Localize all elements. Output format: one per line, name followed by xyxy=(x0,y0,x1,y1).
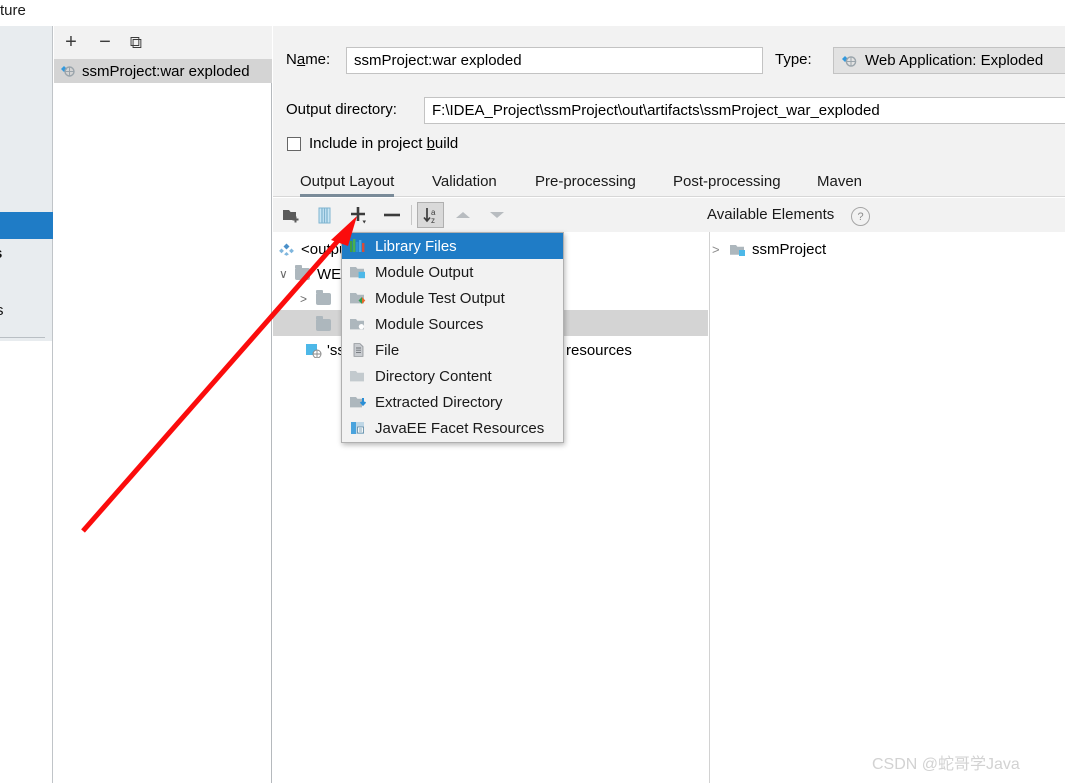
menu-item-module-output[interactable]: Module Output xyxy=(342,259,563,285)
type-value: Web Application: Exploded xyxy=(865,52,1044,69)
screenshot-root: ture s s + − ⧉ ssmProject:war exploded N… xyxy=(0,0,1065,783)
menu-item-javaee-facet-resources[interactable]: JavaEE Facet Resources xyxy=(342,415,563,441)
menu-item-label: Module Sources xyxy=(375,315,484,333)
directory-content-icon xyxy=(350,369,366,383)
menu-item-label: JavaEE Facet Resources xyxy=(375,419,545,437)
sort-alphabetically-icon[interactable]: az xyxy=(417,198,444,232)
menu-item-label: Library Files xyxy=(375,237,457,255)
module-icon xyxy=(305,343,322,358)
folder-icon xyxy=(316,290,331,305)
move-down-icon[interactable] xyxy=(484,198,510,232)
sidebar-item-fragment-1[interactable]: s xyxy=(0,245,34,265)
type-label: Type: xyxy=(775,51,812,68)
javaee-facet-icon xyxy=(350,421,366,435)
web-application-icon xyxy=(841,54,858,68)
toolbar-separator xyxy=(411,205,412,225)
module-output-icon xyxy=(730,243,746,256)
name-input[interactable]: ssmProject:war exploded xyxy=(346,47,763,74)
tab-post-processing[interactable]: Post-processing xyxy=(673,165,781,197)
project-structure-sidebar-lower xyxy=(0,341,53,783)
copy-artifact-button[interactable]: ⧉ xyxy=(123,26,149,59)
menu-item-label: Module Test Output xyxy=(375,289,505,307)
tab-output-layout[interactable]: Output Layout xyxy=(300,165,395,197)
tab-validation[interactable]: Validation xyxy=(432,165,497,197)
menu-item-module-test-output[interactable]: Module Test Output xyxy=(342,285,563,311)
watermark: CSDN @蛇哥学Java xyxy=(872,756,1020,773)
include-in-project-build-checkbox[interactable]: Include in project build xyxy=(287,135,458,152)
artifacts-list-panel xyxy=(54,26,272,783)
available-elements-label: Available Elements xyxy=(707,206,835,223)
type-select[interactable]: Web Application: Exploded xyxy=(833,47,1065,74)
output-directory-label: Output directory: xyxy=(286,101,397,118)
folder-icon xyxy=(295,265,310,280)
tab-maven[interactable]: Maven xyxy=(817,165,862,197)
checkbox-box[interactable] xyxy=(287,136,301,151)
menu-item-label: Extracted Directory xyxy=(375,393,503,411)
chevron-right-icon[interactable]: > xyxy=(300,292,316,306)
help-icon[interactable]: ? xyxy=(851,207,870,226)
library-files-icon xyxy=(350,239,366,253)
artifact-icon xyxy=(60,64,76,78)
sidebar-divider xyxy=(0,337,45,338)
menu-item-label: Module Output xyxy=(375,263,474,281)
available-elements-tree[interactable] xyxy=(709,232,1065,783)
move-up-icon[interactable] xyxy=(450,198,476,232)
artifact-list-item[interactable]: ssmProject:war exploded xyxy=(54,59,272,83)
available-element-label: ssmProject xyxy=(752,240,827,258)
menu-item-module-sources[interactable]: Module Sources xyxy=(342,311,563,337)
remove-icon[interactable] xyxy=(379,198,405,232)
table-row[interactable]: ∨ WE xyxy=(279,261,341,287)
menu-item-file[interactable]: File xyxy=(342,337,563,363)
table-row[interactable] xyxy=(316,312,338,338)
artifacts-toolbar xyxy=(54,26,272,59)
menu-item-library-files[interactable]: Library Files xyxy=(342,233,563,259)
create-directory-icon[interactable] xyxy=(278,198,304,232)
dialog-title-fragment: ture xyxy=(0,2,26,19)
artifact-root-icon xyxy=(279,243,294,256)
chevron-down-icon[interactable]: ∨ xyxy=(279,267,295,281)
file-icon xyxy=(350,343,366,357)
svg-text:z: z xyxy=(431,216,435,225)
sidebar-selected-item[interactable] xyxy=(0,212,53,239)
menu-item-label: Directory Content xyxy=(375,367,492,385)
table-row[interactable]: > xyxy=(300,286,338,312)
menu-item-extracted-directory[interactable]: Extracted Directory xyxy=(342,389,563,415)
module-test-output-icon xyxy=(350,291,366,305)
extracted-directory-icon xyxy=(350,395,367,409)
menu-item-directory-content[interactable]: Directory Content xyxy=(342,363,563,389)
module-output-icon xyxy=(350,265,366,279)
create-archive-icon[interactable] xyxy=(311,198,337,232)
include-in-project-build-label: Include in project build xyxy=(309,135,459,152)
output-directory-input[interactable]: F:\IDEA_Project\ssmProject\out\artifacts… xyxy=(424,97,1065,124)
add-copy-icon[interactable] xyxy=(345,198,373,232)
tree-row-clipped-text: resources xyxy=(566,341,632,359)
name-label: Name: xyxy=(286,51,331,68)
artifact-list-item-label: ssmProject:war exploded xyxy=(82,62,250,80)
sidebar-item-fragment-2[interactable]: s xyxy=(0,302,36,322)
tab-pre-processing[interactable]: Pre-processing xyxy=(535,165,636,197)
add-element-menu[interactable]: Library Files Module Output Module Test … xyxy=(341,232,564,443)
menu-item-label: File xyxy=(375,341,400,359)
add-artifact-button[interactable]: + xyxy=(58,26,84,59)
chevron-right-icon[interactable]: > xyxy=(712,242,730,257)
remove-artifact-button[interactable]: − xyxy=(92,26,118,59)
module-sources-icon xyxy=(350,317,366,331)
table-row[interactable]: 'ss xyxy=(305,337,345,363)
available-element-row[interactable]: > ssmProject xyxy=(712,236,826,262)
folder-icon xyxy=(316,316,331,331)
tree-row-label: WE xyxy=(317,265,342,283)
